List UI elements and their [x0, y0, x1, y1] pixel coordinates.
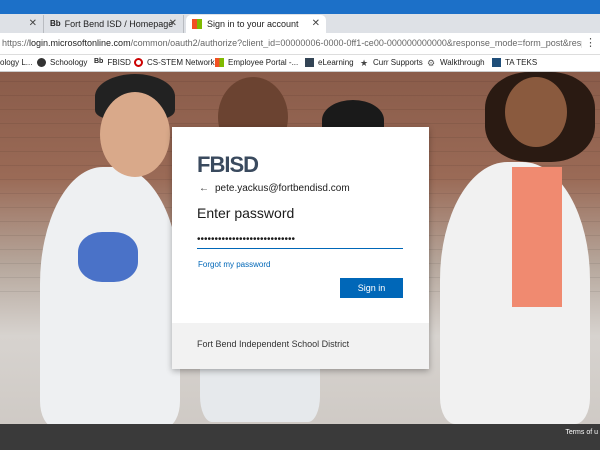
bookmark-item[interactable]: TA TEKS: [492, 58, 537, 67]
sign-in-button[interactable]: Sign in: [340, 278, 403, 298]
browser-title-strip: [0, 0, 600, 14]
student-figure: [40, 167, 180, 424]
fbisd-logo: FBISD: [197, 152, 259, 177]
bookmark-item[interactable]: ology L...: [0, 58, 32, 67]
back-arrow-icon[interactable]: ←: [199, 183, 209, 194]
microsoft-icon: [192, 19, 202, 29]
signin-footer: Fort Bend Independent School District: [172, 323, 429, 369]
bookmark-item[interactable]: CS-STEM Network: [134, 58, 215, 67]
student-head: [100, 92, 170, 177]
tab-label: Sign in to your account: [207, 19, 299, 29]
bottom-bar: Terms of u: [0, 424, 600, 450]
menu-icon[interactable]: ⋮: [585, 36, 596, 49]
bookmark-item[interactable]: Employee Portal -...: [215, 58, 298, 67]
shirt: [512, 167, 562, 307]
bookmarks-bar: ology L... Schoology Bb FBISD CS-STEM Ne…: [0, 55, 600, 72]
tab-bar: ✕ Bb Fort Bend ISD / Homepage ✕ Sign in …: [0, 14, 600, 46]
tab-label: Fort Bend ISD / Homepage: [64, 19, 174, 29]
microsoft-icon: [215, 58, 224, 67]
bookmark-item[interactable]: Schoology: [37, 58, 87, 67]
forgot-password-link[interactable]: Forgot my password: [198, 260, 270, 269]
bookmark-item[interactable]: ★ Curr Supports: [360, 58, 423, 68]
back-row[interactable]: ← pete.yackus@fortbendisd.com: [199, 183, 350, 194]
mouse-cursor-icon: ▲: [368, 268, 378, 279]
bookmark-item[interactable]: Bb FBISD: [94, 58, 131, 67]
glove: [78, 232, 138, 282]
blackboard-icon: Bb: [94, 58, 104, 65]
blackboard-icon: Bb: [50, 19, 61, 28]
teks-icon: [492, 58, 501, 67]
terms-link[interactable]: Terms of u: [565, 429, 598, 436]
elearning-icon: [305, 58, 314, 67]
page-title: Enter password: [197, 205, 295, 221]
circle-icon: [134, 58, 143, 67]
student-head: [505, 77, 567, 147]
password-field[interactable]: [197, 231, 403, 249]
gear-icon: ⚙: [427, 58, 436, 68]
schoology-icon: [37, 58, 46, 67]
star-icon: ★: [360, 58, 369, 68]
organization-name: Fort Bend Independent School District: [197, 339, 350, 349]
bookmark-item[interactable]: eLearning: [305, 58, 354, 67]
tab-sign-in[interactable]: Sign in to your account ✕: [186, 15, 326, 33]
url-text[interactable]: https://login.microsoftonline.com/common…: [2, 38, 582, 48]
tab-fbisd-homepage[interactable]: Bb Fort Bend ISD / Homepage ✕: [44, 15, 184, 33]
close-icon[interactable]: ✕: [312, 18, 320, 29]
close-icon[interactable]: ✕: [29, 18, 37, 29]
address-bar[interactable]: https://login.microsoftonline.com/common…: [0, 33, 600, 55]
account-email: pete.yackus@fortbendisd.com: [215, 183, 350, 194]
close-icon[interactable]: ✕: [169, 18, 177, 29]
tab-blank[interactable]: ✕: [0, 15, 44, 33]
signin-card: FBISD ← pete.yackus@fortbendisd.com Ente…: [172, 127, 429, 369]
bookmark-item[interactable]: ⚙ Walkthrough: [427, 58, 485, 68]
